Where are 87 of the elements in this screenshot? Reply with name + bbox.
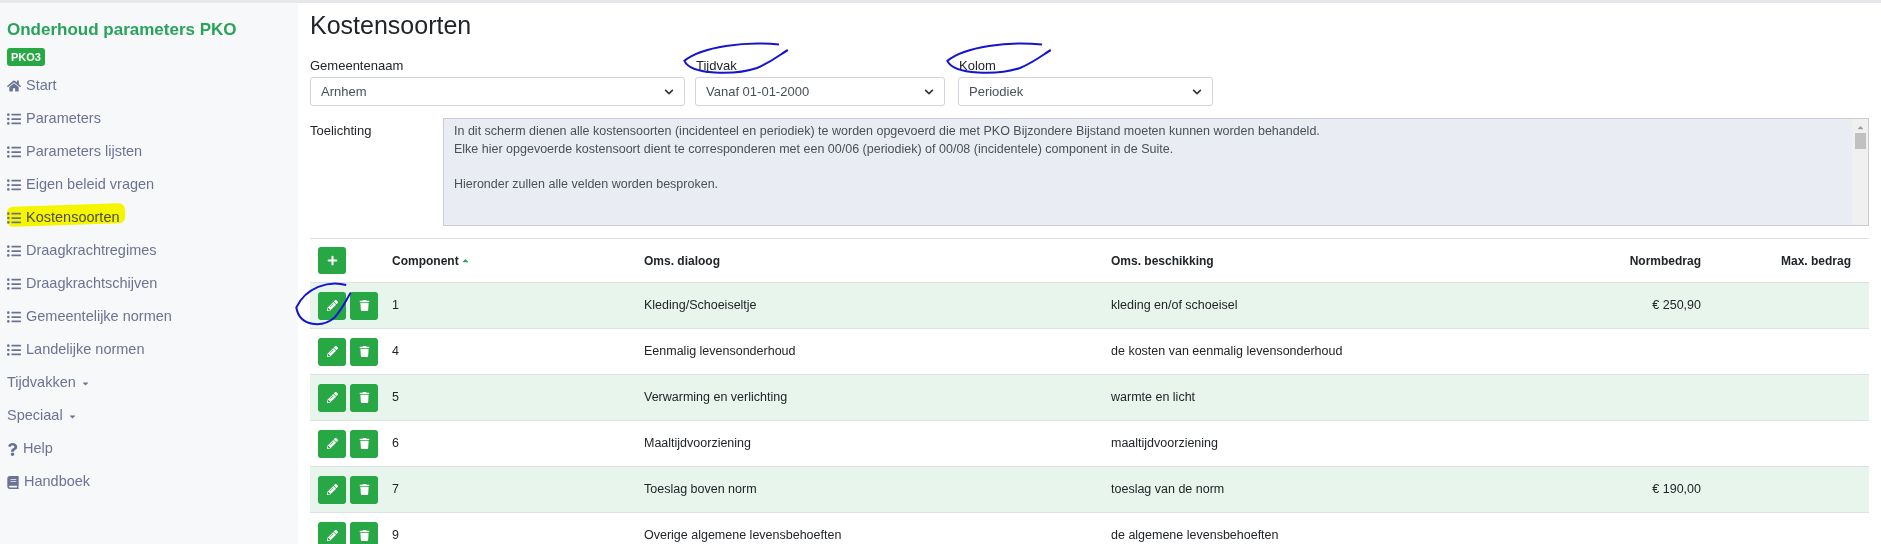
pencil-icon	[326, 300, 338, 311]
pencil-icon	[326, 438, 338, 449]
list-icon	[7, 343, 21, 357]
sidebar-item[interactable]: Eigen beleid vragen	[7, 168, 291, 202]
select-field[interactable]: Periodiek	[958, 77, 1213, 106]
select-field[interactable]: Arnhem	[310, 77, 685, 106]
table-cell: Verwarming en verlichting	[644, 390, 788, 405]
pencil-icon	[326, 484, 338, 495]
field-label: Toelichting	[310, 122, 373, 140]
sidebar-item[interactable]: Draagkrachtregimes	[7, 234, 291, 268]
column-header[interactable]: Oms. beschikking	[1111, 251, 1214, 270]
table-cell: 6	[392, 436, 399, 451]
chevron-icon	[924, 86, 934, 97]
table-cell: 9	[392, 528, 399, 543]
trash-icon	[358, 530, 370, 541]
edit-button[interactable]	[318, 291, 346, 320]
table-cell: Overige algemene levensbehoeften	[644, 528, 842, 543]
add-button[interactable]	[318, 247, 346, 274]
list-icon	[7, 310, 21, 324]
sidebar-item[interactable]: Help	[7, 432, 291, 466]
sidebar-item[interactable]: Landelijke normen	[7, 333, 291, 367]
sort-icon	[460, 256, 470, 265]
trash-icon	[358, 484, 370, 495]
trash-icon	[358, 346, 370, 357]
field-label: Tijdvak	[695, 57, 737, 76]
field-label: Gemeentenaam	[310, 57, 404, 76]
table-cell: de kosten van eenmalig levensonderhoud	[1111, 344, 1343, 359]
plus-icon	[326, 255, 338, 266]
version-badge: PKO3	[7, 47, 45, 66]
pencil-icon	[326, 392, 338, 403]
scroll-thumb[interactable]	[1854, 133, 1866, 149]
chevron-icon	[1192, 86, 1202, 97]
field-label: Kolom	[958, 57, 996, 76]
page-title: Kostensoorten	[310, 10, 473, 41]
sidebar-item[interactable]: Parameters	[7, 102, 291, 136]
table-cell: toeslag van de norm	[1111, 482, 1225, 497]
explanation-textarea[interactable]: In dit scherm dienen alle kostensoorten (incidenteel en periodiek) te worden opgevoerd die met PKO Bijzondere Bijstand moeten kunnen worden behandeld. Elke hier opgevoerde kostensoort dient te corresponderen met een 00/06 (periodiek) of 00/08 (incidentele) component in de Suite. Hieronder zullen alle velden worden besproken.	[443, 118, 1869, 226]
list-icon	[7, 277, 21, 291]
table-cell: de algemene levensbehoeften	[1111, 528, 1279, 543]
table-cell: € 190,00	[1652, 482, 1701, 497]
list-icon	[7, 178, 21, 192]
trash-icon	[358, 392, 370, 403]
pencil-icon	[326, 346, 338, 357]
table-cell: Kleding/Schoeiseltje	[644, 298, 757, 313]
table-cell: Toeslag boven norm	[644, 482, 757, 497]
delete-button[interactable]	[350, 475, 378, 504]
column-header[interactable]: Normbedrag	[1629, 251, 1701, 270]
table-cell: 4	[392, 344, 399, 359]
column-header[interactable]: Component	[392, 251, 470, 270]
book-icon	[7, 475, 19, 489]
sidebar-item[interactable]: Gemeentelijke normen	[7, 300, 291, 334]
list-icon	[7, 211, 21, 225]
table-cell: maaltijdvoorziening	[1111, 436, 1218, 451]
scroll-up-icon[interactable]	[1855, 123, 1865, 132]
list-icon	[7, 244, 21, 258]
table-cell: Maaltijdvoorziening	[644, 436, 751, 451]
chevron-icon	[664, 86, 674, 97]
sidebar-item[interactable]: Start	[7, 69, 291, 103]
list-icon	[7, 112, 21, 126]
trash-icon	[358, 438, 370, 449]
list-icon	[7, 145, 21, 159]
table-cell: 5	[392, 390, 399, 405]
home-icon	[7, 79, 21, 93]
table-cell: Eenmalig levensonderhoud	[644, 344, 796, 359]
sidebar-item[interactable]: Parameters lijsten	[7, 135, 291, 169]
trash-icon	[358, 300, 370, 311]
table-cell: 1	[392, 298, 399, 313]
select-field[interactable]: Vanaf 01-01-2000	[695, 77, 945, 106]
column-header[interactable]: Oms. dialoog	[644, 251, 720, 270]
delete-button[interactable]	[350, 337, 378, 366]
scrollbar[interactable]	[1852, 119, 1868, 225]
question-icon	[7, 442, 18, 456]
table-cell: kleding en/of schoeisel	[1111, 298, 1238, 313]
sidebar-item[interactable]: Kostensoorten	[7, 201, 291, 235]
delete-button[interactable]	[350, 521, 378, 544]
column-header[interactable]: Max. bedrag	[1780, 251, 1851, 270]
pencil-icon	[326, 530, 338, 541]
delete-button[interactable]	[350, 429, 378, 458]
sidebar-item[interactable]: Speciaal	[7, 399, 291, 433]
sidebar-item[interactable]: Tijdvakken	[7, 366, 291, 400]
table-cell: warmte en licht	[1111, 390, 1196, 405]
delete-button[interactable]	[350, 383, 378, 412]
table-cell: € 250,90	[1652, 298, 1701, 313]
sidebar-item[interactable]: Handboek	[7, 465, 291, 499]
app-title: Onderhoud parameters PKO	[7, 19, 238, 41]
table-cell: 7	[392, 482, 399, 497]
sidebar-item[interactable]: Draagkrachtschijven	[7, 267, 291, 301]
